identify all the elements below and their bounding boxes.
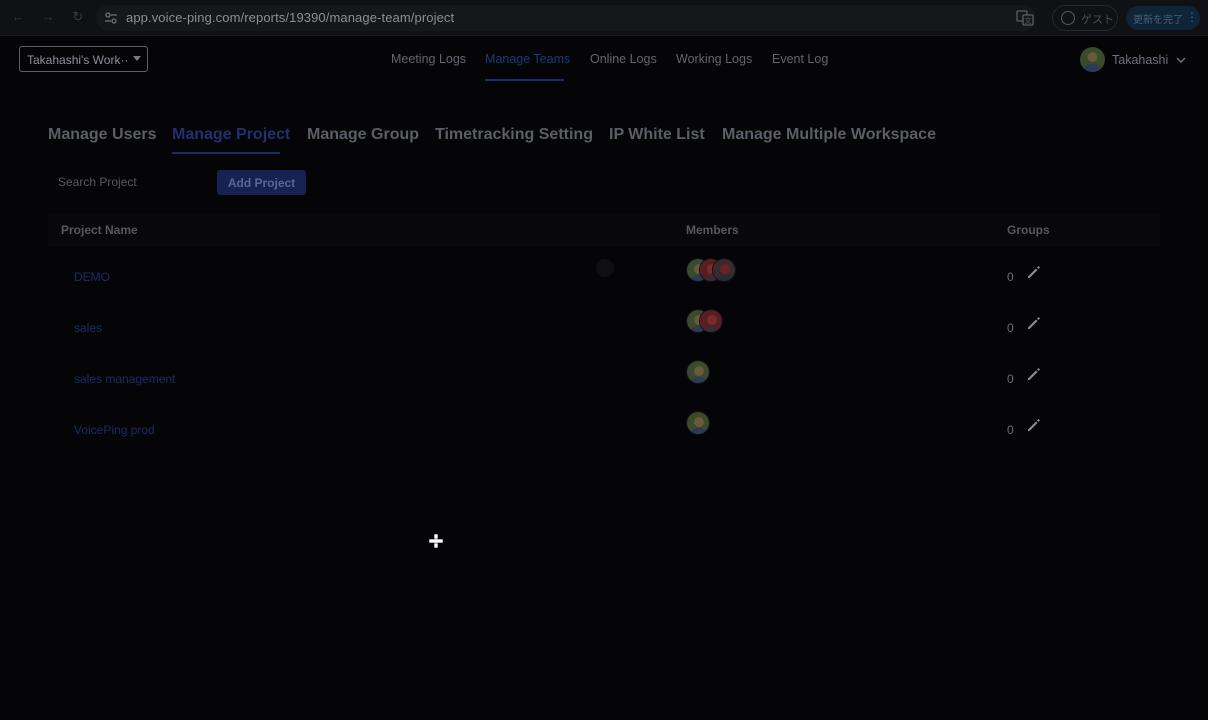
avatar[interactable]	[699, 309, 723, 333]
add-project-button[interactable]: Add Project	[217, 170, 306, 195]
project-name-link[interactable]: VoicePing prod	[74, 423, 155, 437]
table-row[interactable]: DEMO 0	[48, 258, 1160, 321]
nav-manage-teams[interactable]: Manage Teams	[485, 52, 570, 66]
status-dot	[596, 259, 614, 277]
tab-manage-group[interactable]: Manage Group	[307, 126, 419, 144]
group-count: 0	[1007, 372, 1014, 386]
avatar[interactable]	[686, 360, 710, 384]
avatar[interactable]	[686, 411, 710, 435]
column-header-project-name: Project Name	[61, 223, 138, 237]
address-bar[interactable]: app.voice-ping.com/reports/19390/manage-…	[96, 5, 1036, 31]
url-text[interactable]: app.voice-ping.com/reports/19390/manage-…	[126, 10, 454, 25]
edit-pencil-icon[interactable]	[1026, 315, 1042, 331]
site-settings-icon[interactable]	[104, 11, 118, 25]
forward-icon[interactable]: →	[40, 9, 56, 25]
edit-pencil-icon[interactable]	[1026, 264, 1042, 280]
back-icon[interactable]: ←	[10, 9, 26, 25]
nav-event-log[interactable]: Event Log	[772, 52, 828, 66]
table-row[interactable]: sales management 0	[48, 360, 1160, 423]
project-name-link[interactable]: DEMO	[74, 270, 110, 284]
crosshair-cursor-icon	[429, 534, 443, 548]
edit-pencil-icon[interactable]	[1026, 417, 1042, 433]
table-header	[48, 213, 1160, 247]
avatar[interactable]	[712, 258, 736, 282]
user-name[interactable]: Takahashi	[1112, 53, 1168, 67]
tab-ip-white-list[interactable]: IP White List	[609, 126, 705, 144]
user-avatar[interactable]	[1080, 47, 1105, 72]
project-name-link[interactable]: sales management	[74, 372, 175, 386]
column-header-groups: Groups	[1007, 223, 1050, 237]
chevron-down-icon[interactable]	[1175, 54, 1187, 66]
group-count: 0	[1007, 321, 1014, 335]
active-nav-indicator	[485, 79, 564, 81]
search-input[interactable]	[48, 170, 203, 194]
update-button[interactable]: 更新を完了 ⋮	[1126, 6, 1200, 30]
tab-timetracking-setting[interactable]: Timetracking Setting	[435, 126, 593, 144]
nav-working-logs[interactable]: Working Logs	[676, 52, 752, 66]
reload-icon[interactable]: ↻	[70, 9, 86, 25]
tab-manage-multiple-workspace[interactable]: Manage Multiple Workspace	[722, 126, 936, 144]
nav-meeting-logs[interactable]: Meeting Logs	[391, 52, 466, 66]
guest-label: ゲスト	[1081, 14, 1114, 26]
table-row[interactable]: VoicePing prod 0	[48, 411, 1160, 474]
edit-pencil-icon[interactable]	[1026, 366, 1042, 382]
tab-manage-users[interactable]: Manage Users	[48, 126, 157, 144]
guest-profile-button[interactable]: ゲスト	[1052, 5, 1118, 31]
browser-nav: ← → ↻	[10, 9, 86, 25]
profile-icon	[1061, 11, 1075, 25]
search-box	[48, 170, 244, 194]
group-count: 0	[1007, 270, 1014, 284]
tab-manage-project[interactable]: Manage Project	[172, 126, 290, 144]
update-label: 更新を完了	[1133, 15, 1183, 26]
more-vertical-icon[interactable]: ⋮	[1186, 10, 1198, 24]
group-count: 0	[1007, 423, 1014, 437]
project-name-link[interactable]: sales	[74, 321, 102, 335]
active-tab-indicator	[172, 152, 280, 154]
translate-icon[interactable]: 文	[1016, 9, 1034, 27]
browser-toolbar: ← → ↻ app.voice-ping.com/reports/19390/m…	[0, 0, 1208, 36]
table-row[interactable]: sales 0	[48, 309, 1160, 372]
svg-text:文: 文	[1025, 16, 1032, 25]
column-header-members: Members	[686, 223, 739, 237]
top-nav: Meeting Logs Manage Teams Online Logs Wo…	[0, 52, 1208, 82]
nav-online-logs[interactable]: Online Logs	[590, 52, 657, 66]
